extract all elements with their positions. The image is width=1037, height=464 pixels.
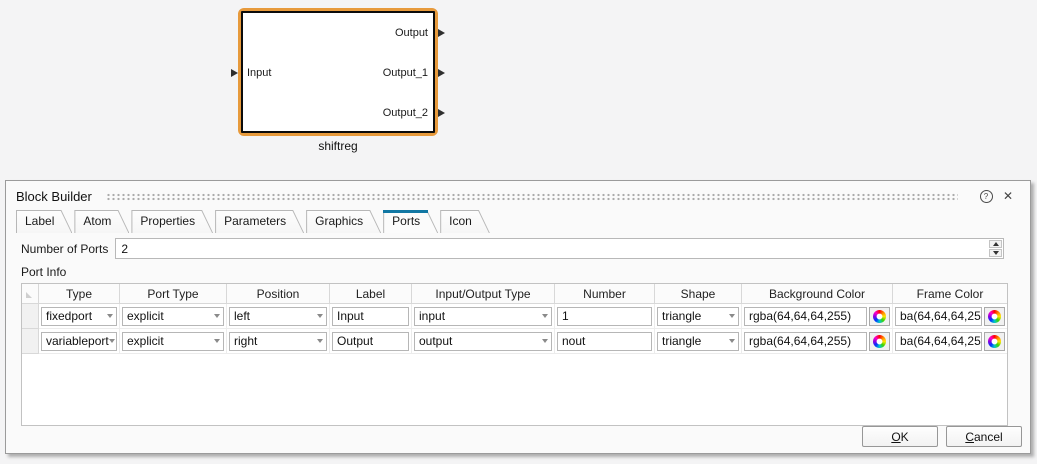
col-header-type[interactable]: Type — [39, 284, 120, 304]
color-wheel-icon — [873, 335, 886, 348]
label-field[interactable]: Input — [332, 307, 409, 326]
dialog-button-row: OK Cancel — [862, 426, 1022, 447]
dropdown-arrow-icon — [107, 314, 113, 318]
background-color-picker-button[interactable] — [869, 307, 890, 326]
number-of-ports-input[interactable]: 2 — [115, 238, 1004, 259]
help-icon[interactable]: ? — [978, 188, 994, 204]
table-row: variableport explicit right Output outpu… — [22, 329, 1007, 354]
tab-parameters[interactable]: Parameters — [215, 210, 304, 233]
panel-title: Block Builder — [16, 189, 92, 204]
port-type-select[interactable]: explicit — [122, 307, 224, 326]
frame-color-picker-button[interactable] — [984, 307, 1005, 326]
col-header-shape[interactable]: Shape — [655, 284, 742, 304]
color-wheel-icon — [988, 310, 1001, 323]
number-of-ports-label: Number of Ports — [21, 242, 108, 256]
spinner — [989, 240, 1002, 257]
dropdown-arrow-icon — [542, 314, 548, 318]
shiftreg-block[interactable]: Input Output Output_1 Output_2 — [238, 8, 438, 136]
col-header-position[interactable]: Position — [227, 284, 330, 304]
port-info-label: Port Info — [21, 265, 1030, 279]
corner-triangle-icon — [26, 292, 32, 298]
dropdown-arrow-icon — [729, 314, 735, 318]
background-color-picker-button[interactable] — [869, 332, 890, 351]
dropdown-arrow-icon — [542, 339, 548, 343]
background-color-field[interactable]: rgba(64,64,64,255) — [744, 332, 867, 351]
tab-properties[interactable]: Properties — [131, 210, 213, 233]
spin-up-button[interactable] — [989, 240, 1002, 248]
label-field[interactable]: Output — [332, 332, 409, 351]
output2-port-label: Output_2 — [383, 107, 428, 119]
panel-titlebar: Block Builder ? ✕ — [6, 181, 1030, 209]
dropdown-arrow-icon — [214, 339, 220, 343]
table-row: fixedport explicit left Input input 1 tr… — [22, 304, 1007, 329]
position-select[interactable]: right — [229, 332, 327, 351]
row-header[interactable] — [22, 329, 39, 354]
number-field[interactable]: 1 — [557, 307, 652, 326]
io-type-select[interactable]: input — [414, 307, 552, 326]
desktop-background: Input Output Output_1 Output_2 shiftreg … — [0, 0, 1037, 464]
number-field[interactable]: nout — [557, 332, 652, 351]
dropdown-arrow-icon — [317, 339, 323, 343]
input-port-label: Input — [247, 67, 271, 79]
dropdown-arrow-icon — [109, 339, 115, 343]
tab-atom[interactable]: Atom — [74, 210, 129, 233]
spin-down-button[interactable] — [989, 249, 1002, 257]
io-type-select[interactable]: output — [414, 332, 552, 351]
position-select[interactable]: left — [229, 307, 327, 326]
table-corner[interactable] — [22, 284, 39, 304]
frame-color-picker-button[interactable] — [984, 332, 1005, 351]
block-diagram-canvas: Input Output Output_1 Output_2 shiftreg — [0, 0, 1037, 170]
tab-icon[interactable]: Icon — [440, 210, 490, 233]
output-port-label: Output — [395, 27, 428, 39]
shape-select[interactable]: triangle — [657, 332, 739, 351]
col-header-io-type[interactable]: Input/Output Type — [412, 284, 555, 304]
ok-button[interactable]: OK — [862, 426, 938, 447]
col-header-background-color[interactable]: Background Color — [742, 284, 893, 304]
input-port-arrow-icon — [231, 69, 238, 77]
number-of-ports-value: 2 — [121, 242, 128, 256]
type-select[interactable]: fixedport — [41, 307, 117, 326]
dropdown-arrow-icon — [317, 314, 323, 318]
output1-port-label: Output_1 — [383, 67, 428, 79]
frame-color-field[interactable]: ba(64,64,64,255) — [895, 307, 982, 326]
shape-select[interactable]: triangle — [657, 307, 739, 326]
tab-ports[interactable]: Ports — [383, 210, 438, 233]
block-name-label: shiftreg — [238, 139, 438, 153]
col-header-number[interactable]: Number — [555, 284, 655, 304]
tab-bar: Label Atom Properties Parameters Graphic… — [6, 209, 1030, 233]
tab-label[interactable]: Label — [16, 210, 72, 233]
row-header[interactable] — [22, 304, 39, 329]
table-header-row: Type Port Type Position Label Input/Outp… — [22, 284, 1007, 304]
color-wheel-icon — [873, 310, 886, 323]
arrow-up-icon — [993, 242, 999, 246]
port-type-select[interactable]: explicit — [122, 332, 224, 351]
output1-port-arrow-icon — [438, 69, 445, 77]
output2-port-arrow-icon — [438, 109, 445, 117]
type-select[interactable]: variableport — [41, 332, 117, 351]
port-info-table: Type Port Type Position Label Input/Outp… — [21, 283, 1008, 426]
arrow-down-icon — [993, 251, 999, 255]
col-header-label[interactable]: Label — [330, 284, 412, 304]
output-port-arrow-icon — [438, 29, 445, 37]
block-builder-panel: Block Builder ? ✕ Label Atom Properties … — [5, 180, 1031, 454]
col-header-frame-color[interactable]: Frame Color — [893, 284, 1007, 304]
col-header-port-type[interactable]: Port Type — [120, 284, 227, 304]
dropdown-arrow-icon — [729, 339, 735, 343]
close-icon[interactable]: ✕ — [1000, 188, 1016, 204]
cancel-button[interactable]: Cancel — [946, 426, 1022, 447]
number-of-ports-row: Number of Ports 2 — [21, 238, 1004, 259]
dropdown-arrow-icon — [214, 314, 220, 318]
frame-color-field[interactable]: ba(64,64,64,255) — [895, 332, 982, 351]
drag-handle[interactable] — [106, 193, 958, 201]
tab-graphics[interactable]: Graphics — [306, 210, 381, 233]
color-wheel-icon — [988, 335, 1001, 348]
background-color-field[interactable]: rgba(64,64,64,255) — [744, 307, 867, 326]
